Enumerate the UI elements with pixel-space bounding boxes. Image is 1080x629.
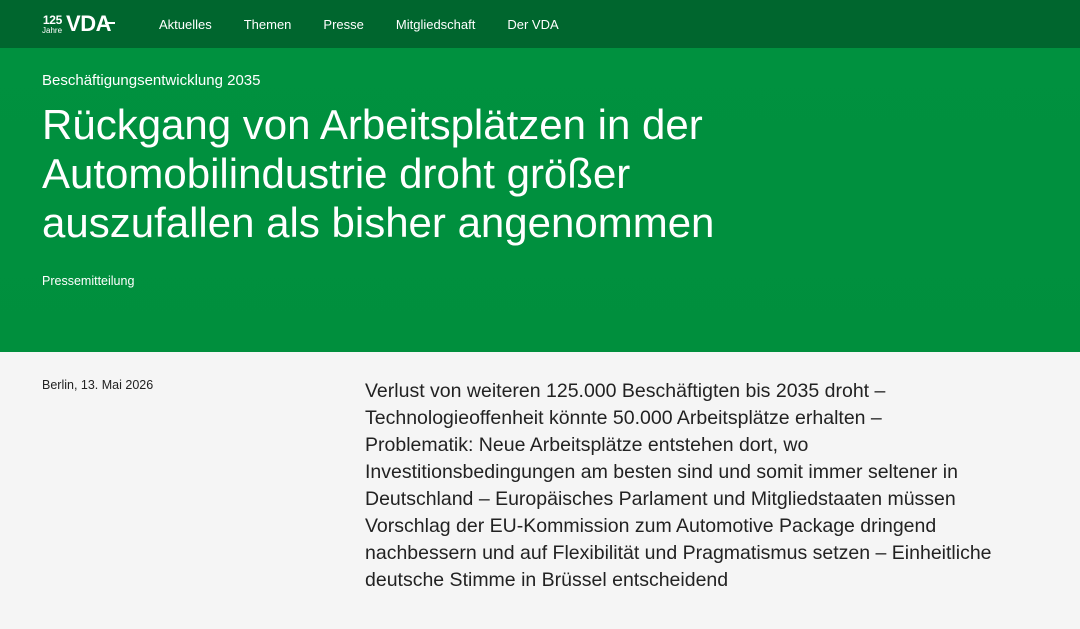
article-meta: Berlin, 13. Mai 2026	[42, 378, 365, 594]
article-headline: Rückgang von Arbeitsplätzen in der Autom…	[42, 101, 715, 246]
nav-item-der-vda[interactable]: Der VDA	[507, 17, 558, 32]
article-dateline: Berlin, 13. Mai 2026	[42, 378, 154, 392]
article-category: Pressemitteilung	[42, 274, 135, 288]
nav-item-aktuelles[interactable]: Aktuelles	[159, 17, 212, 32]
anniversary-word: Jahre	[42, 25, 63, 35]
vda-logo-link[interactable]: 125 Jahre VDA	[42, 11, 115, 37]
top-navigation-bar: 125 Jahre VDA Aktuelles Themen Presse Mi…	[0, 0, 1080, 48]
hero-banner: Beschäftigungsentwicklung 2035 Rückgang …	[0, 48, 1080, 352]
main-nav: Aktuelles Themen Presse Mitgliedschaft D…	[159, 17, 591, 32]
nav-item-mitgliedschaft[interactable]: Mitgliedschaft	[396, 17, 475, 32]
vda-brand-mark: VDA	[66, 11, 115, 36]
article-body: Berlin, 13. Mai 2026 Verlust von weitere…	[0, 352, 1080, 594]
article-lead: Verlust von weiteren 125.000 Beschäftigt…	[365, 380, 992, 591]
nav-item-themen[interactable]: Themen	[244, 17, 292, 32]
article-kicker: Beschäftigungsentwicklung 2035	[42, 72, 261, 89]
nav-item-presse[interactable]: Presse	[323, 17, 363, 32]
anniversary-number: 125	[42, 12, 63, 27]
anniversary-badge: 125 Jahre	[42, 14, 62, 35]
